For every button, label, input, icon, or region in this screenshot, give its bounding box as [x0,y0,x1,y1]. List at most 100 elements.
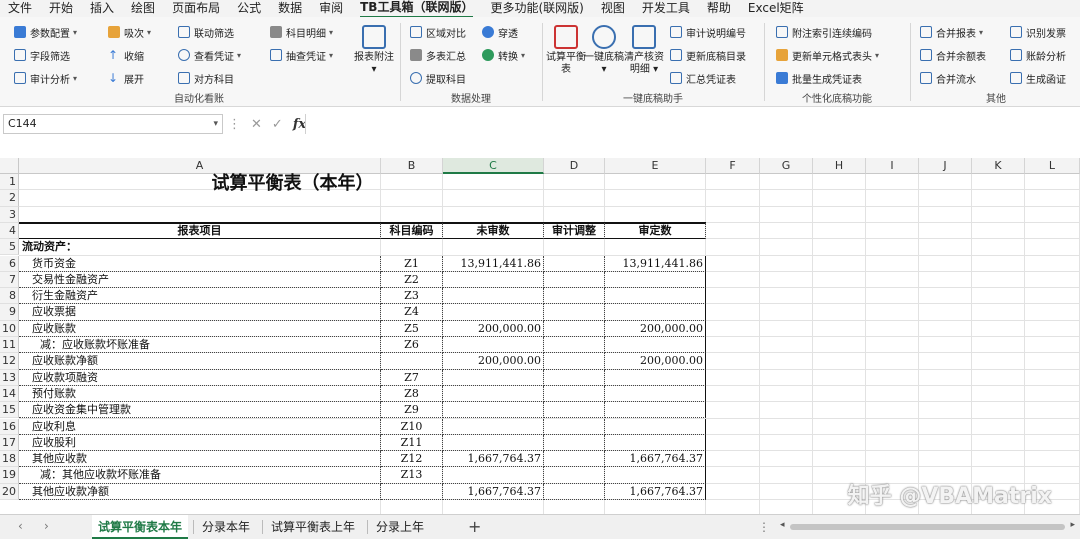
trial-balance-button[interactable]: 试算平衡表 [546,25,586,76]
row-code: Z12 [381,451,443,468]
sample-voucher-button[interactable]: 抽查凭证 ▾ [270,46,333,64]
recognize-invoice-button[interactable]: 识别发票 [1010,23,1066,41]
next-sheet-icon[interactable]: › [44,519,49,533]
summary-voucher-button[interactable]: 汇总凭证表 [670,69,736,87]
linked-filter-button[interactable]: 联动筛选 [178,23,234,41]
field-filter-button[interactable]: 字段筛选 [14,46,70,64]
row-header-19[interactable]: 19 [0,467,19,484]
row-header-12[interactable]: 12 [0,353,19,370]
row-header-20[interactable]: 20 [0,483,19,500]
menu-1[interactable]: 开始 [49,0,73,17]
asset-check-button[interactable]: 清产核资明细 ▾ [624,25,664,76]
menu-6[interactable]: 数据 [278,0,302,17]
menu-3[interactable]: 绘图 [131,0,155,17]
merge-balance-button[interactable]: 合并余额表 [920,46,986,64]
more-icon[interactable]: ⋮ [228,117,241,132]
row-code: Z1 [381,255,443,272]
row-header-2[interactable]: 2 [0,190,19,207]
collapse-button[interactable]: ↑ 收缩 [108,46,144,64]
column-header-j[interactable]: J [919,158,972,174]
column-header-f[interactable]: F [706,158,760,174]
extract-account-button[interactable]: 提取科目 [410,69,466,87]
generate-confirmation-button[interactable]: 生成函证 [1010,69,1066,87]
row-unaudited [443,337,544,354]
menu-5[interactable]: 公式 [237,0,261,17]
row-header-18[interactable]: 18 [0,451,19,468]
column-header-h[interactable]: H [813,158,866,174]
one-click-workpaper-button[interactable]: 一键底稿 ▾ [584,25,624,76]
tab-options-icon[interactable]: ⋮ [758,520,770,534]
chevron-down-icon[interactable]: ▾ [213,115,218,133]
aging-analysis-button[interactable]: 账龄分析 [1010,46,1066,64]
column-header-i[interactable]: I [866,158,919,174]
cancel-icon[interactable]: ✕ [251,117,262,132]
merge-report-button[interactable]: 合并报表 ▾ [920,23,983,41]
menu-4[interactable]: 页面布局 [172,0,220,17]
note-index-button[interactable]: 附注索引连续编码 [776,23,872,41]
sheet-tab-1[interactable]: 分录本年 [196,515,258,539]
ribbon-group-other: 合并报表 ▾ 识别发票 合并余额表 账龄分析 合并流水 生成函证 其他 [912,21,1080,105]
menu-13[interactable]: Excel矩阵 [748,0,804,17]
column-header-k[interactable]: K [972,158,1025,174]
sheet-tab-3[interactable]: 分录上年 [370,515,430,539]
sheet-tab-0[interactable]: 试算平衡表本年 [92,515,188,539]
confirm-icon[interactable]: ✓ [272,117,283,132]
row-header-3[interactable]: 3 [0,206,19,223]
row-header-11[interactable]: 11 [0,337,19,354]
update-catalog-button[interactable]: 更新底稿目录 [670,46,746,64]
row-header-17[interactable]: 17 [0,434,19,452]
row-header-13[interactable]: 13 [0,369,19,386]
row-header-8[interactable]: 8 [0,288,19,305]
param-config-button[interactable]: 参数配置 ▾ [14,23,77,41]
row-header-1[interactable]: 1 [0,174,19,191]
convert-button[interactable]: 转换 ▾ [482,46,525,64]
row-header-9[interactable]: 9 [0,304,19,321]
report-notes-button[interactable]: 报表附注 ▾ [354,25,394,76]
menu-10[interactable]: 视图 [601,0,625,17]
menu-11[interactable]: 开发工具 [642,0,690,17]
name-box[interactable]: C144 ▾ [3,114,223,134]
menu-0[interactable]: 文件 [8,0,32,17]
drill-through-button[interactable]: 穿透 [482,23,518,41]
spreadsheet-grid[interactable]: A B C D E F G H I J K L 1 2 3 4 5 6 7 8 9 10 11 12 13 14 15 16 17 18 1… [0,158,1080,514]
row-header-14[interactable]: 14 [0,385,19,403]
select-all-corner[interactable] [0,158,19,174]
row-header-5[interactable]: 5 [0,239,19,256]
row-header-16[interactable]: 16 [0,418,19,435]
row-header-15[interactable]: 15 [0,402,19,419]
gridline [918,174,919,514]
prev-sheet-icon[interactable]: ‹ [18,519,23,533]
sheet-tab-2[interactable]: 试算平衡表上年 [265,515,363,539]
view-voucher-button[interactable]: 查看凭证 ▾ [178,46,241,64]
scroll-left-icon[interactable]: ◂ [780,520,785,530]
formula-bar: C144 ▾ ⋮ ✕ ✓ fx [0,112,1080,136]
menu-2[interactable]: 插入 [90,0,114,17]
menu-7[interactable]: 审阅 [319,0,343,17]
filter-icon [178,26,190,38]
audit-analysis-button[interactable]: 审计分析 ▾ [14,69,77,87]
audit-note-number-button[interactable]: 审计说明编号 [670,23,746,41]
row-header-7[interactable]: 7 [0,271,19,289]
range-compare-button[interactable]: 区域对比 [410,23,466,41]
menu-12[interactable]: 帮助 [707,0,731,17]
merge-flow-button[interactable]: 合并流水 [920,69,976,87]
formula-input[interactable] [305,114,1080,134]
column-header-l[interactable]: L [1025,158,1080,174]
absorb-button[interactable]: 吸次 ▾ [108,23,151,41]
row-header-10[interactable]: 10 [0,320,19,337]
expand-button[interactable]: ↓ 展开 [108,69,144,87]
menu-9[interactable]: 更多功能(联网版) [490,0,583,17]
account-detail-button[interactable]: 科目明细 ▾ [270,23,333,41]
horizontal-scrollbar[interactable]: ◂ ▸ [780,520,1075,533]
multi-sheet-sum-button[interactable]: 多表汇总 [410,46,466,64]
batch-voucher-button[interactable]: 批量生成凭证表 [776,69,862,87]
row-header-4[interactable]: 4 [0,222,19,240]
scroll-right-icon[interactable]: ▸ [1070,520,1075,530]
scroll-thumb[interactable] [790,524,1065,530]
row-header-6[interactable]: 6 [0,255,19,272]
add-sheet-button[interactable]: + [468,517,481,536]
counter-account-button[interactable]: 对方科目 [178,69,234,87]
update-cell-header-button[interactable]: 更新单元格式表头 ▾ [776,46,879,64]
menu-8[interactable]: TB工具箱（联网版） [360,0,474,18]
column-header-g[interactable]: G [760,158,813,174]
